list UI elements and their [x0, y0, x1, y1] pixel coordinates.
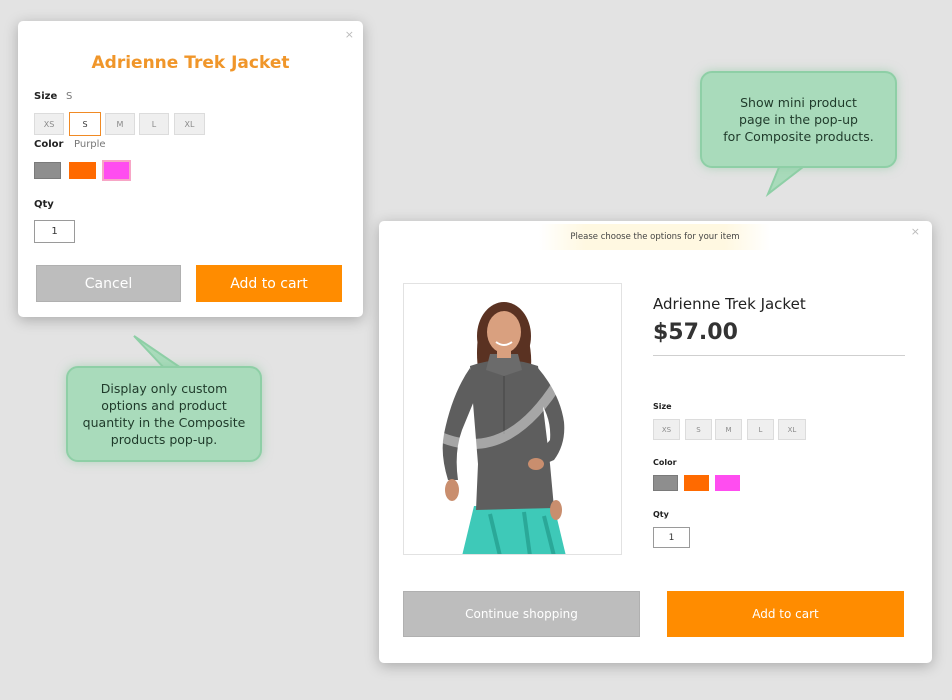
- size-option-m[interactable]: M: [715, 419, 742, 440]
- callout-line: Display only custom: [100, 381, 228, 396]
- color-swatch-purple[interactable]: [715, 475, 740, 491]
- close-icon[interactable]: ×: [345, 29, 354, 40]
- callout-line: products pop-up.: [110, 432, 218, 447]
- size-label: Size: [653, 402, 672, 411]
- callout-line: quantity in the Composite: [82, 415, 246, 430]
- size-option-xs[interactable]: XS: [34, 113, 64, 135]
- callout-line: page in the pop-up: [739, 112, 858, 127]
- mini-options-popup: × Adrienne Trek Jacket Size S XS S M L X…: [18, 21, 363, 317]
- add-to-cart-button[interactable]: Add to cart: [667, 591, 904, 637]
- size-value: S: [66, 91, 73, 102]
- callout-line: options and product: [101, 398, 227, 413]
- price-divider: [653, 355, 905, 356]
- size-option-xs[interactable]: XS: [653, 419, 680, 440]
- color-label: Color: [34, 139, 64, 150]
- color-swatch-orange[interactable]: [69, 162, 96, 179]
- qty-label: Qty: [34, 199, 54, 210]
- callout-mini-page: Show mini product page in the pop-up for…: [700, 71, 897, 168]
- product-image: [403, 283, 622, 555]
- size-option-xl[interactable]: XL: [174, 113, 205, 135]
- notice-text: Please choose the options for your item: [570, 232, 740, 242]
- continue-shopping-button[interactable]: Continue shopping: [403, 591, 640, 637]
- add-to-cart-button[interactable]: Add to cart: [196, 265, 342, 302]
- notice-banner: Please choose the options for your item: [539, 224, 771, 250]
- callout-popup-options: Display only custom options and product …: [66, 366, 262, 462]
- popup-title: Adrienne Trek Jacket: [91, 53, 290, 73]
- product-price: $57.00: [653, 320, 738, 345]
- mini-product-page-popup: × Please choose the options for your ite…: [379, 221, 932, 663]
- color-swatch-gray[interactable]: [653, 475, 678, 491]
- callout-line: Show mini product: [740, 95, 857, 110]
- color-value: Purple: [74, 139, 106, 150]
- size-option-s[interactable]: S: [69, 112, 101, 136]
- color-swatch-orange[interactable]: [684, 475, 709, 491]
- qty-label: Qty: [653, 510, 669, 519]
- qty-input[interactable]: 1: [34, 220, 75, 243]
- size-option-s[interactable]: S: [685, 419, 712, 440]
- size-label: Size: [34, 91, 58, 102]
- size-option-xl[interactable]: XL: [778, 419, 806, 440]
- product-name: Adrienne Trek Jacket: [653, 295, 806, 313]
- close-icon[interactable]: ×: [911, 226, 920, 237]
- callout-line: for Composite products.: [723, 129, 874, 144]
- size-option-l[interactable]: L: [747, 419, 774, 440]
- cancel-button[interactable]: Cancel: [36, 265, 181, 302]
- color-swatch-gray[interactable]: [34, 162, 61, 179]
- product-photo-illustration: [431, 302, 579, 554]
- color-swatch-purple[interactable]: [102, 160, 131, 181]
- size-option-m[interactable]: M: [105, 113, 135, 135]
- qty-input[interactable]: 1: [653, 527, 690, 548]
- size-option-l[interactable]: L: [139, 113, 169, 135]
- color-label: Color: [653, 458, 677, 467]
